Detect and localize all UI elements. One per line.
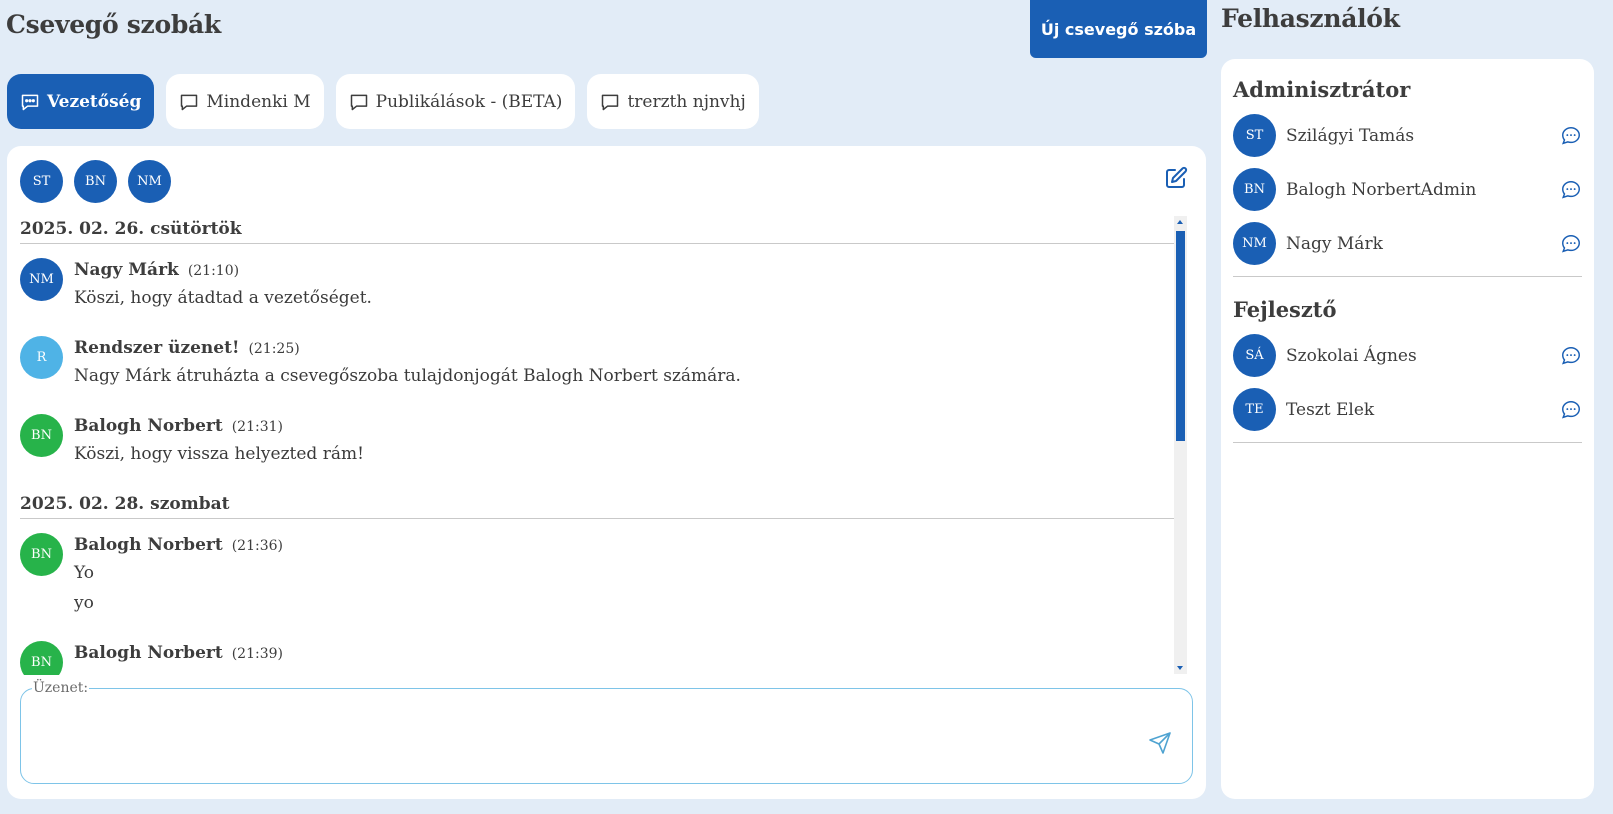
user-avatar: SÁ [1233, 334, 1276, 377]
message-avatar: NM [20, 258, 63, 301]
user-group-title: Adminisztrátor [1233, 77, 1411, 102]
message-author: Rendszer üzenet! [74, 338, 240, 358]
user-avatar: BN [1233, 168, 1276, 211]
tab-room-1[interactable]: Mindenki M [166, 74, 324, 129]
users-panel: Adminisztrátor ST Szilágyi Tamás BN Balogh N… [1221, 59, 1594, 799]
date-separator: 2025. 02. 26. csütörtök [20, 217, 1186, 244]
user-group-title: Fejlesztő [1233, 297, 1337, 322]
message-time: (21:31) [231, 419, 283, 435]
send-icon[interactable] [1148, 731, 1172, 755]
chat-bubble-icon [20, 92, 40, 112]
message-text: Köszi, hogy vissza helyezted rám! [74, 444, 364, 464]
tab-label: trerzth njnvhj [627, 91, 746, 112]
edit-icon[interactable] [1164, 166, 1188, 190]
message-avatar: BN [20, 533, 63, 576]
message-avatar: BN [20, 414, 63, 457]
message-avatar: BN [20, 641, 63, 675]
message-author: Balogh Norbert [74, 535, 223, 555]
scrollbar-thumb[interactable] [1176, 231, 1185, 441]
tab-label: Publikálások - (BETA) [375, 91, 563, 112]
message-user-icon[interactable] [1560, 345, 1582, 367]
message: R Rendszer üzenet! (21:25) Nagy Márk átruhá… [20, 336, 1186, 396]
chat-bubble-icon [600, 92, 620, 112]
message-text: Yo [74, 563, 94, 583]
user-name: Balogh NorbertAdmin [1286, 179, 1477, 200]
date-separator: 2025. 02. 28. szombat [20, 492, 1186, 519]
user-row: BN Balogh NorbertAdmin [1233, 168, 1582, 211]
message-user-icon[interactable] [1560, 179, 1582, 201]
message-text: Köszi, hogy átadtad a vezetőséget. [74, 288, 372, 308]
user-name: Nagy Márk [1286, 233, 1383, 254]
message-field-label: Üzenet: [33, 680, 89, 696]
message-user-icon[interactable] [1560, 399, 1582, 421]
message-composer: Üzenet: [20, 680, 1193, 784]
user-avatar: TE [1233, 388, 1276, 431]
user-avatar: NM [1233, 222, 1276, 265]
chat-bubble-icon [349, 92, 369, 112]
chat-bubble-icon [179, 92, 199, 112]
message: BN Balogh Norbert (21:36) Yo yo [20, 533, 1186, 623]
message-user-icon[interactable] [1560, 233, 1582, 255]
user-row: TE Teszt Elek [1233, 388, 1582, 431]
message: NM Nagy Márk (21:10) Köszi, hogy átadtad a … [20, 258, 1186, 318]
user-name: Szokolai Ágnes [1286, 345, 1417, 366]
message-time: (21:25) [248, 341, 300, 357]
message-author: Balogh Norbert [74, 643, 223, 663]
user-row: ST Szilágyi Tamás [1233, 114, 1582, 157]
group-divider [1233, 276, 1582, 277]
message: BN Balogh Norbert (21:39) [20, 641, 1186, 675]
message-time: (21:36) [231, 538, 283, 554]
message-avatar: R [20, 336, 63, 379]
room-tabs: Vezetőség Mindenki M Publikálások - (BETA)… [7, 74, 759, 129]
message-text: Nagy Márk átruházta a csevegőszoba tulaj… [74, 366, 741, 386]
user-row: NM Nagy Márk [1233, 222, 1582, 265]
tab-label: Mindenki M [206, 91, 311, 112]
user-name: Szilágyi Tamás [1286, 125, 1415, 146]
scroll-up-arrow-icon[interactable] [1177, 220, 1183, 224]
message-author: Balogh Norbert [74, 416, 223, 436]
member-avatar[interactable]: ST [20, 160, 63, 203]
user-name: Teszt Elek [1286, 399, 1375, 420]
tab-label: Vezetőség [47, 91, 142, 112]
tab-room-0[interactable]: Vezetőség [7, 74, 155, 129]
message-scrollbar[interactable] [1174, 216, 1187, 674]
group-divider [1233, 442, 1582, 443]
user-row: SÁ Szokolai Ágnes [1233, 334, 1582, 377]
message-time: (21:39) [231, 646, 283, 662]
tab-room-2[interactable]: Publikálások - (BETA) [335, 74, 576, 129]
message-input[interactable] [34, 702, 1114, 772]
new-chat-room-button[interactable]: Új csevegő szóba [1030, 0, 1207, 58]
scroll-down-arrow-icon[interactable] [1177, 666, 1183, 670]
message: BN Balogh Norbert (21:31) Köszi, hogy vissz… [20, 414, 1186, 474]
chat-panel: ST BN NM 2025. 02. 26. csütörtök NM Nagy Már… [7, 146, 1206, 799]
room-members: ST BN NM [20, 160, 171, 203]
message-list[interactable]: 2025. 02. 26. csütörtök NM Nagy Márk (21:10… [20, 217, 1186, 675]
tab-room-3[interactable]: trerzth njnvhj [587, 74, 759, 129]
message-user-icon[interactable] [1560, 125, 1582, 147]
member-avatar[interactable]: NM [128, 160, 171, 203]
message-author: Nagy Márk [74, 260, 179, 280]
member-avatar[interactable]: BN [74, 160, 117, 203]
page-title: Csevegő szobák [6, 10, 221, 39]
user-avatar: ST [1233, 114, 1276, 157]
users-title: Felhasználók [1221, 4, 1400, 33]
message-text: yo [74, 593, 94, 613]
message-time: (21:10) [187, 263, 240, 279]
